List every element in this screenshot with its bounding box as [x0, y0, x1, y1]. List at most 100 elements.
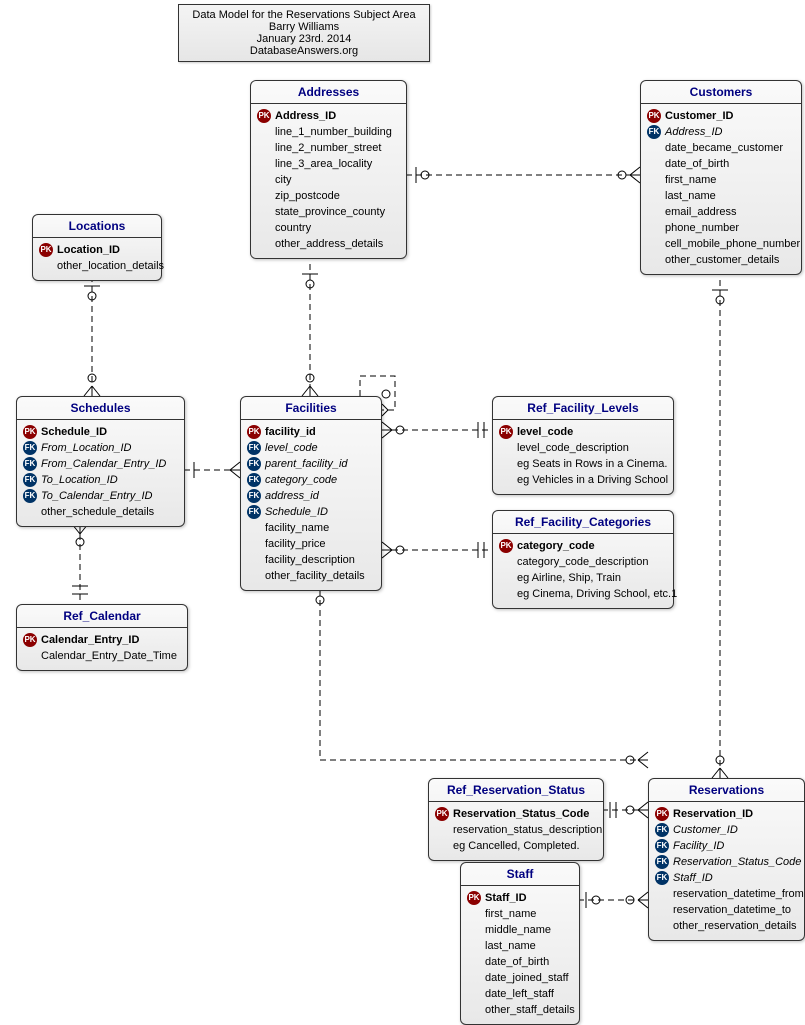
attr-text: From_Calendar_Entry_ID	[41, 456, 166, 472]
attr-row: category_code_description	[499, 554, 667, 570]
attr-row: phone_number	[647, 220, 795, 236]
attr-text: line_2_number_street	[275, 140, 381, 156]
attr-text: other_customer_details	[665, 252, 779, 268]
attr-text: reservation_datetime_to	[673, 902, 791, 918]
entity-body: PKlevel_codelevel_code_descriptioneg Sea…	[493, 420, 673, 494]
fk-icon: FK	[655, 839, 669, 853]
attr-row: eg Cinema, Driving School, etc.1	[499, 586, 667, 602]
attr-text: Staff_ID	[673, 870, 713, 886]
note-line: Data Model for the Reservations Subject …	[187, 9, 421, 21]
attr-text: eg Cancelled, Completed.	[453, 838, 580, 854]
attr-text: eg Vehicles in a Driving School	[517, 472, 668, 488]
entity-title: Ref_Facility_Categories	[493, 511, 673, 534]
attr-row: line_2_number_street	[257, 140, 400, 156]
attr-row: date_left_staff	[467, 986, 573, 1002]
attr-row: other_staff_details	[467, 1002, 573, 1018]
fk-icon: FK	[655, 823, 669, 837]
attr-text: zip_postcode	[275, 188, 340, 204]
attr-text: Location_ID	[57, 242, 120, 258]
note-line: Barry Williams	[187, 21, 421, 33]
entity-addresses: Addresses PKAddress_IDline_1_number_buil…	[250, 80, 407, 259]
fk-icon: FK	[23, 473, 37, 487]
attr-row: eg Vehicles in a Driving School	[499, 472, 667, 488]
attr-text: Calendar_Entry_Date_Time	[41, 648, 177, 664]
attr-row: other_reservation_details	[655, 918, 798, 934]
pk-icon: PK	[499, 425, 513, 439]
attr-row: FKSchedule_ID	[247, 504, 375, 520]
attr-text: other_staff_details	[485, 1002, 575, 1018]
pk-icon: PK	[39, 243, 53, 257]
attr-row: FKAddress_ID	[647, 124, 795, 140]
attr-row: FKFrom_Location_ID	[23, 440, 178, 456]
entity-customers: Customers PKCustomer_IDFKAddress_IDdate_…	[640, 80, 802, 275]
fk-icon: FK	[247, 489, 261, 503]
attr-row: eg Cancelled, Completed.	[435, 838, 597, 854]
attr-row: other_location_details	[39, 258, 155, 274]
attr-text: date_joined_staff	[485, 970, 569, 986]
attr-text: From_Location_ID	[41, 440, 132, 456]
attr-text: date_left_staff	[485, 986, 554, 1002]
attr-text: address_id	[265, 488, 319, 504]
attr-text: eg Seats in Rows in a Cinema.	[517, 456, 667, 472]
attr-row: PKCustomer_ID	[647, 108, 795, 124]
entity-staff: Staff PKStaff_IDfirst_namemiddle_namelas…	[460, 862, 580, 1025]
attr-row: cell_mobile_phone_number	[647, 236, 795, 252]
entity-reservations: Reservations PKReservation_IDFKCustomer_…	[648, 778, 805, 941]
attr-row: middle_name	[467, 922, 573, 938]
entity-title: Staff	[461, 863, 579, 886]
pk-icon: PK	[435, 807, 449, 821]
attr-row: PKStaff_ID	[467, 890, 573, 906]
attr-text: Schedule_ID	[41, 424, 107, 440]
attr-text: Facility_ID	[673, 838, 724, 854]
attr-text: level_code_description	[517, 440, 629, 456]
attr-row: PKReservation_Status_Code	[435, 806, 597, 822]
attr-text: other_location_details	[57, 258, 164, 274]
attr-row: date_of_birth	[467, 954, 573, 970]
attr-text: facility_name	[265, 520, 329, 536]
entity-body: PKReservation_IDFKCustomer_IDFKFacility_…	[649, 802, 804, 940]
attr-row: FKReservation_Status_Code	[655, 854, 798, 870]
attr-text: first_name	[665, 172, 716, 188]
entity-body: PKCalendar_Entry_IDCalendar_Entry_Date_T…	[17, 628, 187, 670]
attr-text: first_name	[485, 906, 536, 922]
attr-text: reservation_status_description	[453, 822, 602, 838]
attr-row: PKfacility_id	[247, 424, 375, 440]
attr-row: FKTo_Location_ID	[23, 472, 178, 488]
entity-body: PKReservation_Status_Codereservation_sta…	[429, 802, 603, 860]
attr-row: date_of_birth	[647, 156, 795, 172]
attr-row: facility_price	[247, 536, 375, 552]
pk-icon: PK	[655, 807, 669, 821]
attr-text: middle_name	[485, 922, 551, 938]
attr-row: PKReservation_ID	[655, 806, 798, 822]
pk-icon: PK	[23, 425, 37, 439]
attr-row: reservation_datetime_from	[655, 886, 798, 902]
entity-body: PK Schedule_IDFKFrom_Location_ID FK From_Ca…	[17, 420, 184, 526]
entity-body: PKfacility_idFKlevel_codeFKparent_facili…	[241, 420, 381, 590]
attr-text: email_address	[665, 204, 737, 220]
attr-row: PKlevel_code	[499, 424, 667, 440]
attr-row: level_code_description	[499, 440, 667, 456]
attr-text: facility_description	[265, 552, 355, 568]
attr-text: date_of_birth	[665, 156, 729, 172]
attr-row: facility_name	[247, 520, 375, 536]
attr-text: line_3_area_locality	[275, 156, 372, 172]
attr-text: city	[275, 172, 292, 188]
attr-row: last_name	[647, 188, 795, 204]
entity-body: PKcategory_codecategory_code_description…	[493, 534, 673, 608]
diagram-note: Data Model for the Reservations Subject …	[178, 4, 430, 62]
attr-row: PKCalendar_Entry_ID	[23, 632, 181, 648]
attr-text: facility_price	[265, 536, 326, 552]
attr-row: date_joined_staff	[467, 970, 573, 986]
attr-row: first_name	[467, 906, 573, 922]
fk-icon: FK	[647, 125, 661, 139]
entity-title: Facilities	[241, 397, 381, 420]
attr-row: city	[257, 172, 400, 188]
entity-ref-reservation-status: Ref_Reservation_Status PKReservation_Sta…	[428, 778, 604, 861]
attr-text: date_became_customer	[665, 140, 783, 156]
attr-text: last_name	[485, 938, 536, 954]
attr-row: other_address_details	[257, 236, 400, 252]
attr-row: PKcategory_code	[499, 538, 667, 554]
attr-text: eg Cinema, Driving School, etc.1	[517, 586, 677, 602]
attr-row: eg Airline, Ship, Train	[499, 570, 667, 586]
attr-row: country	[257, 220, 400, 236]
